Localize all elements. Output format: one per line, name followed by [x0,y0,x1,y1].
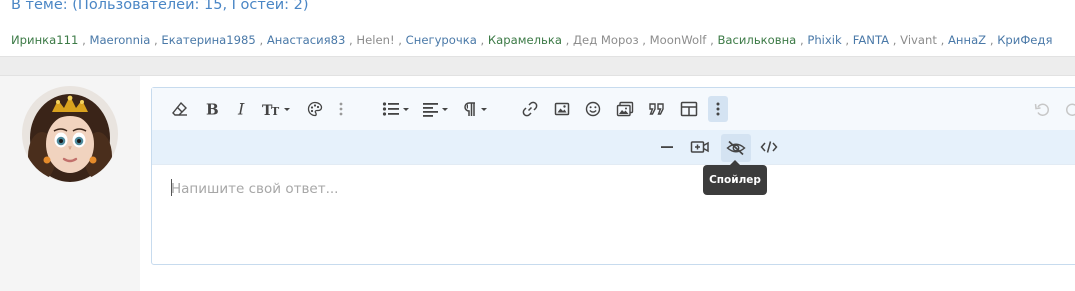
online-user-link[interactable]: КриФедя [997,33,1052,47]
link-icon [522,101,538,117]
online-user-separator: , [480,33,485,47]
online-user-separator: , [799,33,804,47]
quote-icon [649,103,664,115]
bold-button[interactable]: B [198,96,224,122]
bold-icon: B [206,101,219,117]
avatar[interactable] [22,86,118,182]
insert-image-button[interactable] [549,96,575,122]
eye-slash-icon [726,140,746,156]
online-user-link[interactable]: Maeronnia [89,33,150,47]
text-size-button[interactable]: TT [259,96,295,122]
online-user-link[interactable]: АннаZ [948,33,986,47]
insert-video-button[interactable] [687,134,713,160]
online-user-separator: , [82,33,86,47]
quick-reply: B I TT [0,76,1075,291]
code-icon [760,141,778,153]
paragraph-icon [464,102,487,116]
online-user-link[interactable]: Карамелька [488,33,562,47]
spoiler-button[interactable] [721,134,751,162]
palette-icon [307,101,323,117]
avatar-image [22,86,118,182]
undo-icon [1034,103,1049,116]
redo-button[interactable] [1060,96,1075,122]
list-icon [382,102,409,116]
online-user-separator: , [642,33,646,47]
more-vertical-icon [716,102,720,116]
online-user-separator: , [398,33,402,47]
editor-toolbar: B I TT [152,88,1075,130]
align-left-icon [423,103,448,117]
online-user-separator: , [349,33,353,47]
italic-icon: I [237,101,245,117]
table-icon [680,101,698,117]
online-guests-count: 2 [293,0,303,13]
list-button[interactable] [380,96,414,122]
online-title-prefix: В теме: (Пользователей: [11,0,205,13]
online-user-link[interactable]: Екатерина1985 [161,33,255,47]
online-user-link[interactable]: Helen! [356,33,394,47]
insert-table-button[interactable] [676,96,702,122]
horizontal-line-icon [661,146,673,148]
online-users-count: 15 [204,0,223,13]
section-divider [0,56,1075,76]
more-vertical-icon [339,102,343,116]
undo-button[interactable] [1029,96,1055,122]
svg-text:I: I [237,101,245,117]
video-plus-icon [690,141,709,153]
eraser-icon [172,101,187,116]
online-user-link[interactable]: FANTA [853,33,889,47]
image-icon [554,102,570,116]
online-title-suffix: ) [302,0,309,13]
paragraph-button[interactable] [459,96,493,122]
more-insert-options-button[interactable] [708,96,728,122]
online-user-link[interactable]: Phixik [807,33,841,47]
spoiler-tooltip: Спойлер [703,160,767,195]
more-text-options-button[interactable] [331,96,351,122]
editor-toolbar-more [152,130,1075,165]
online-user-separator: , [154,33,158,47]
online-user-separator: , [565,33,570,47]
text-caret [171,179,172,196]
editor-content [152,165,1075,265]
online-user-separator: , [845,33,850,47]
italic-button[interactable]: I [229,96,255,122]
quote-button[interactable] [644,96,670,122]
online-title: В теме: (Пользователей: 15, Гостей: 2) [11,0,309,13]
horizontal-line-button[interactable] [654,134,680,160]
media-gallery-icon [616,101,634,117]
smilies-button[interactable] [580,96,606,122]
align-button[interactable] [420,96,454,122]
text-size-icon: TT [262,103,290,117]
code-button[interactable] [756,134,782,160]
online-user-link[interactable]: MoonWolf [650,33,707,47]
reply-input[interactable] [171,177,1031,201]
insert-link-button[interactable] [517,96,543,122]
online-users-list: Иринка111 , Maeronnia , Екатерина1985 , … [11,33,1052,47]
reply-editor: B I TT [151,87,1075,265]
online-title-middle: , Гостей: [222,0,294,13]
online-user-link[interactable]: Анастасия83 [267,33,345,47]
smiley-icon [585,101,601,117]
reply-user-column [0,76,140,291]
online-user-separator: , [259,33,264,47]
svg-text:B: B [206,101,219,117]
online-user-separator: , [892,33,897,47]
insert-media-button[interactable] [612,96,638,122]
online-users-block: В теме: (Пользователей: 15, Гостей: 2) И… [0,0,1075,56]
online-user-separator: , [940,33,945,47]
online-user-link[interactable]: Дед Мороз [573,33,639,47]
svg-text:T: T [271,105,280,117]
online-user-separator: , [989,33,994,47]
clear-format-button[interactable] [167,96,193,122]
online-user-link[interactable]: Васильковна [717,33,796,47]
text-color-button[interactable] [302,96,328,122]
online-user-link[interactable]: Снегурочка [406,33,477,47]
redo-icon [1066,103,1075,116]
online-user-separator: , [710,33,714,47]
online-user-link[interactable]: Иринка111 [11,33,78,47]
online-user-link[interactable]: Vivant [900,33,937,47]
